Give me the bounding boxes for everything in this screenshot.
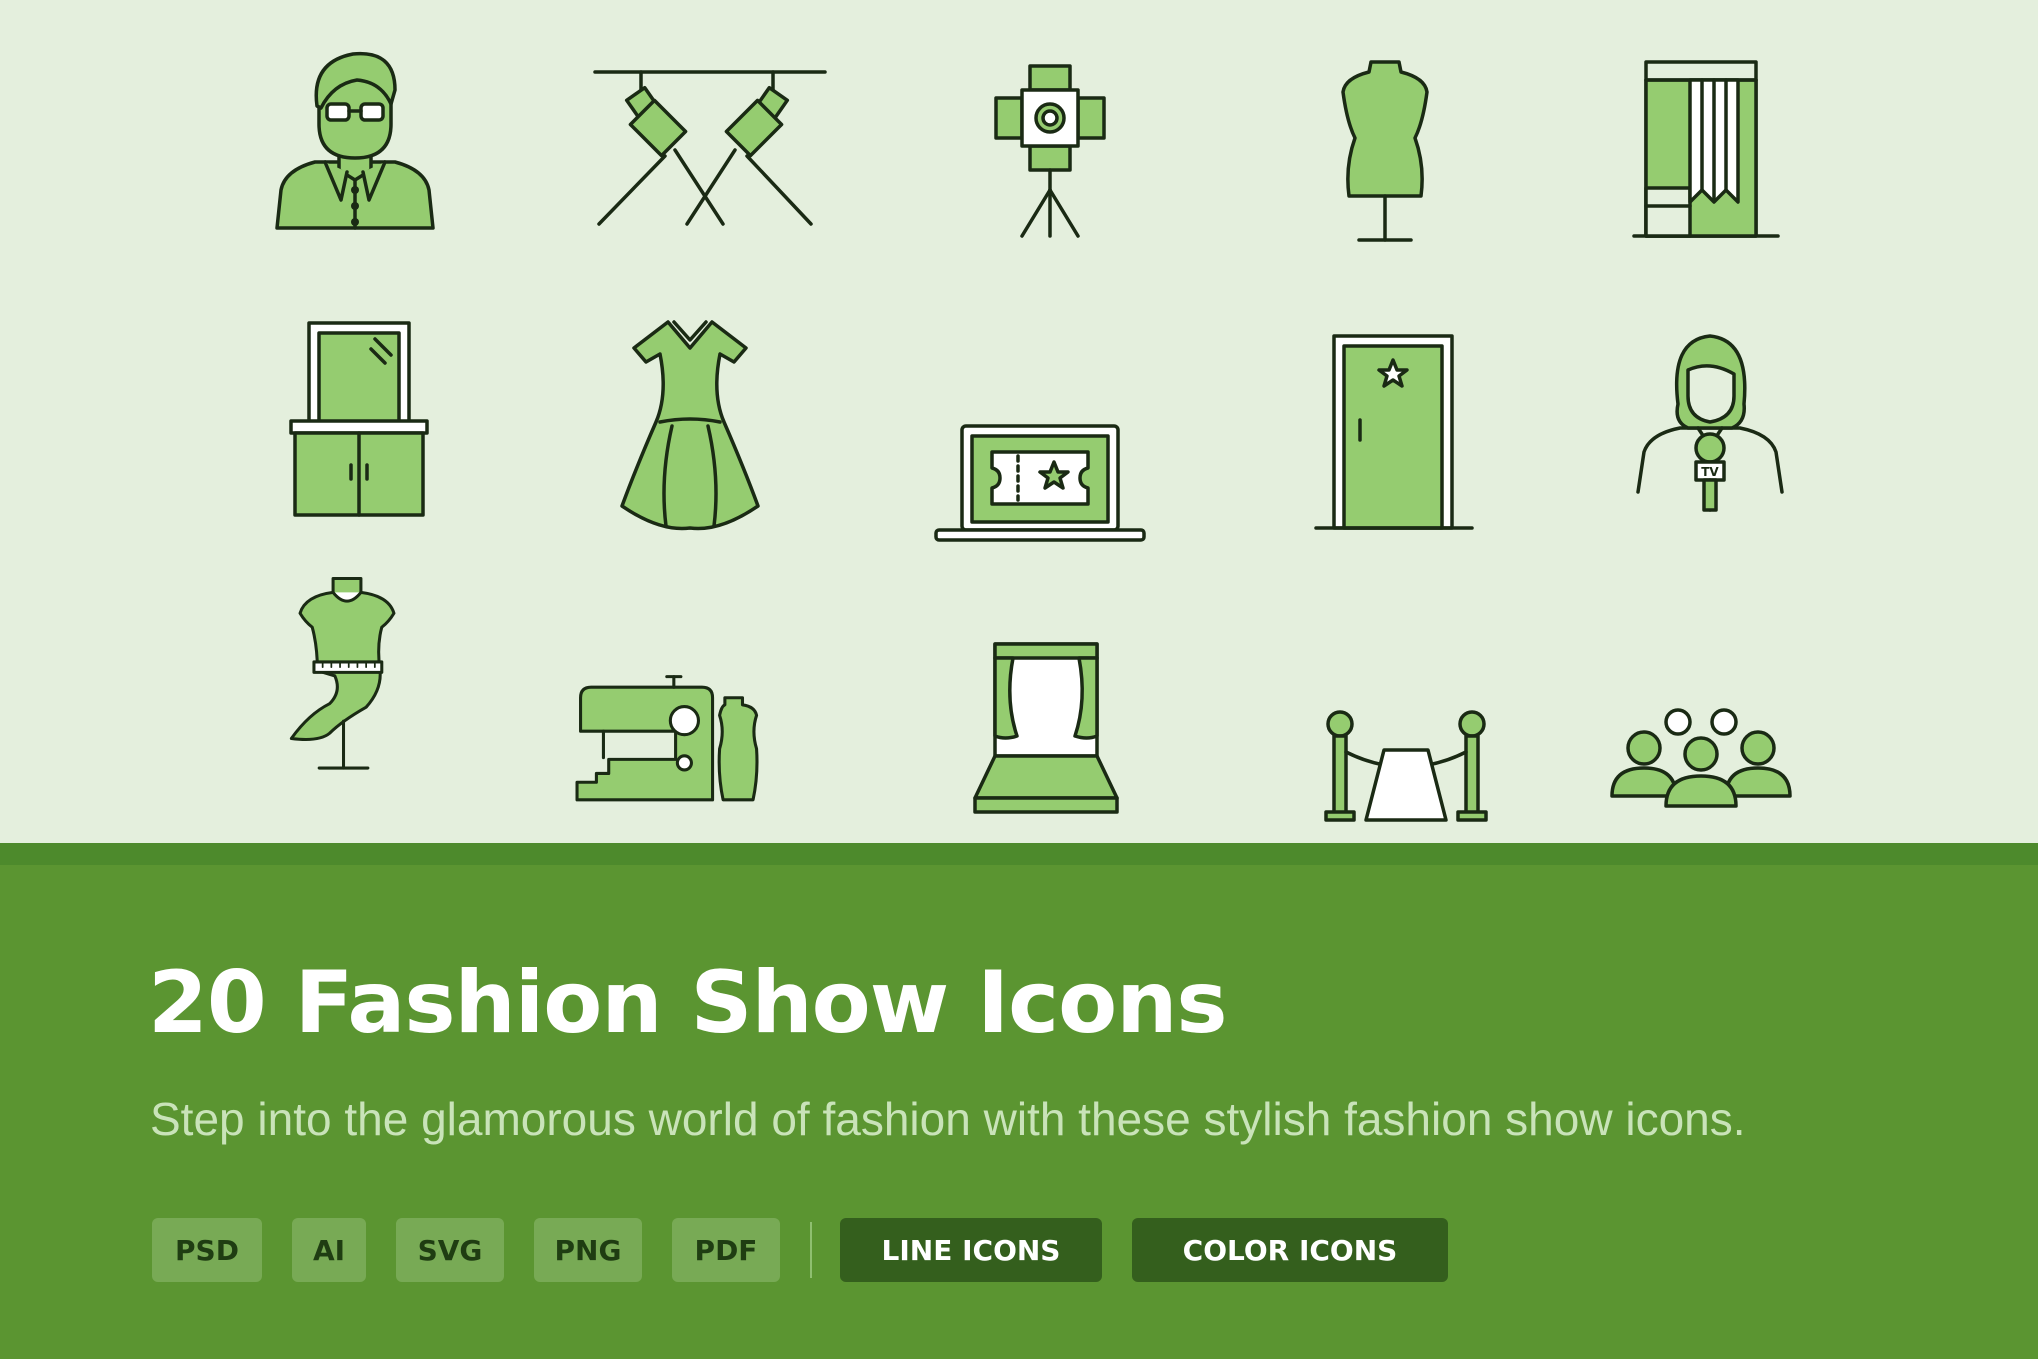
format-divider xyxy=(810,1222,812,1278)
format-badge-pdf: PDF xyxy=(672,1218,780,1282)
format-badge-svg: SVG xyxy=(396,1218,504,1282)
vanity-mirror-icon xyxy=(267,315,487,517)
svg-text:TV: TV xyxy=(1701,465,1719,479)
format-bar: PSD AI SVG PNG PDF LINE ICONS COLOR ICON… xyxy=(152,1218,1478,1282)
tag-line-icons: LINE ICONS xyxy=(840,1218,1102,1282)
format-badge-ai: AI xyxy=(292,1218,366,1282)
format-badge-png: PNG xyxy=(534,1218,642,1282)
divider-band xyxy=(0,843,2038,865)
laptop-ticket-icon xyxy=(930,380,1150,580)
page-title: 20 Fashion Show Icons xyxy=(148,953,1228,1053)
icon-showcase: TV xyxy=(0,0,2038,843)
tv-reporter-icon: TV xyxy=(1600,330,1820,530)
draped-mannequin-icon xyxy=(237,575,457,775)
page-subtitle: Step into the glamorous world of fashion… xyxy=(150,1093,1746,1145)
velvet-rope-icon xyxy=(1300,665,1520,865)
studio-light-icon xyxy=(940,40,1160,240)
designer-man-icon xyxy=(245,40,465,240)
format-badge-psd: PSD xyxy=(152,1218,262,1282)
runway-stage-icon xyxy=(955,630,1175,830)
sewing-machine-icon xyxy=(570,640,790,840)
dress-icon xyxy=(580,318,800,531)
tag-color-icons: COLOR ICONS xyxy=(1132,1218,1448,1282)
spotlights-icon xyxy=(593,40,827,240)
fitting-room-icon xyxy=(1616,40,1836,240)
dress-form-icon xyxy=(1275,40,1495,242)
audience-icon xyxy=(1600,665,1820,865)
star-door-icon xyxy=(1280,330,1500,530)
